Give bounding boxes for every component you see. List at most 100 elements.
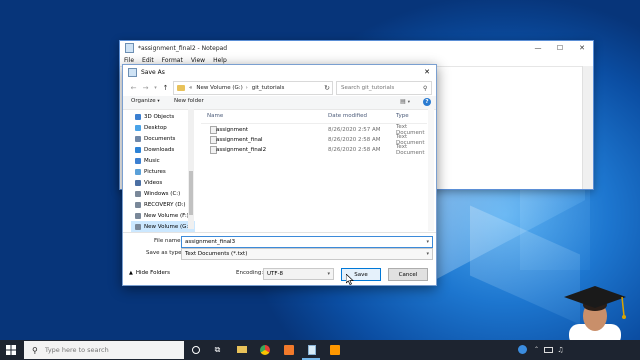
nav-item-music[interactable]: Music — [131, 155, 195, 166]
start-button[interactable] — [0, 340, 22, 360]
minimize-button[interactable]: — — [527, 41, 549, 55]
navigation-scrollbar[interactable] — [188, 109, 194, 229]
nav-item-documents[interactable]: Documents — [131, 133, 195, 144]
tray-volume-button[interactable]: ♫ — [555, 344, 566, 355]
chevron-down-icon: ▾ — [327, 271, 330, 277]
maximize-button[interactable]: ☐ — [549, 41, 571, 55]
drive-icon — [135, 212, 141, 219]
nav-item-windows-c[interactable]: Windows (C:) — [131, 188, 195, 199]
file-list: Name Date modified Type assignment 8/26/… — [201, 109, 427, 231]
help-icon: ? — [425, 99, 429, 105]
recent-locations-button[interactable]: ▾ — [151, 83, 160, 93]
file-row[interactable]: assignment_final 8/26/2020 2:58 AM Text … — [201, 134, 427, 146]
new-folder-button[interactable]: New folder — [174, 98, 204, 104]
back-button[interactable]: ← — [129, 83, 138, 93]
xampp-icon — [283, 344, 294, 355]
organize-button[interactable]: Organize ▾ — [131, 98, 160, 104]
notepad-titlebar[interactable]: *assignment_final2 - Notepad — ☐ ✕ — [120, 41, 593, 55]
dialog-close-button[interactable]: ✕ — [418, 65, 436, 79]
file-type: Text Document — [396, 144, 425, 156]
tray-network-button[interactable] — [543, 344, 554, 355]
file-list-scrollbar[interactable] — [428, 109, 434, 231]
file-date: 8/26/2020 2:58 AM — [328, 147, 381, 153]
close-icon: ✕ — [579, 44, 585, 52]
file-row[interactable]: assignment 8/26/2020 2:57 AM Text Docume… — [201, 124, 427, 136]
menu-view[interactable]: View — [191, 57, 205, 64]
up-button[interactable]: ↑ — [161, 83, 170, 93]
refresh-icon[interactable]: ↻ — [324, 84, 330, 92]
nav-item-new-volume-f[interactable]: New Volume (F:) — [131, 210, 195, 221]
file-name-field[interactable]: assignment_final3 ▾ — [181, 236, 433, 248]
column-header-type[interactable]: Type — [396, 113, 409, 119]
music-icon — [135, 157, 141, 164]
file-name-label: File name: — [154, 238, 183, 244]
column-header-date[interactable]: Date modified — [328, 113, 367, 119]
nav-item-label: Videos — [144, 179, 163, 186]
nav-item-downloads[interactable]: Downloads — [131, 144, 195, 155]
file-name: assignment_final — [216, 137, 263, 143]
nav-item-new-volume-g[interactable]: New Volume (G:) — [131, 221, 195, 232]
column-header-name[interactable]: Name — [207, 113, 223, 119]
navigation-pane: 3D Objects Desktop Documents Downloads M… — [131, 109, 195, 232]
nav-item-3d-objects[interactable]: 3D Objects — [131, 111, 195, 122]
chrome-taskbar-button[interactable] — [259, 344, 270, 355]
search-input[interactable] — [337, 84, 423, 92]
encoding-value: UTF-8 — [267, 271, 284, 277]
notepad-scrollbar[interactable] — [582, 66, 593, 189]
file-row[interactable]: assignment_final2 8/26/2020 2:58 AM Text… — [201, 144, 427, 156]
nav-item-desktop[interactable]: Desktop — [131, 122, 195, 133]
help-icon — [518, 345, 527, 354]
sublime-taskbar-button[interactable] — [329, 344, 340, 355]
nav-item-label: Windows (C:) — [144, 190, 181, 197]
save-as-app-icon — [128, 67, 137, 77]
chevron-up-icon: ⌃ — [533, 346, 540, 353]
view-icon: ▤ — [400, 98, 406, 105]
minimize-icon: — — [534, 44, 542, 52]
command-bar: Organize ▾ New folder ▤ ▾ ? — [123, 96, 436, 110]
tray-help-button[interactable] — [517, 344, 528, 355]
view-options-button[interactable]: ▤ ▾ — [400, 98, 410, 105]
help-button[interactable]: ? — [423, 98, 431, 106]
file-date: 8/26/2020 2:57 AM — [328, 127, 381, 133]
nav-item-label: Documents — [144, 135, 176, 142]
nav-item-recovery-d[interactable]: RECOVERY (D:) — [131, 199, 195, 210]
chevron-down-icon: ▾ — [157, 99, 160, 104]
breadcrumb-drive[interactable]: New Volume (G:) — [196, 85, 242, 91]
search-box[interactable]: ⚲ — [336, 81, 432, 95]
nav-item-pictures[interactable]: Pictures — [131, 166, 195, 177]
file-explorer-taskbar-button[interactable] — [236, 344, 247, 355]
organize-label: Organize — [131, 98, 156, 104]
xampp-taskbar-button[interactable] — [283, 344, 294, 355]
breadcrumb-folder[interactable]: git_tutorials — [252, 85, 285, 91]
forward-button[interactable]: → — [141, 83, 150, 93]
scrollbar-thumb[interactable] — [189, 171, 193, 215]
hide-folders-toggle[interactable]: ▲ Hide Folders — [129, 270, 170, 276]
menu-help[interactable]: Help — [213, 57, 227, 64]
network-icon — [544, 346, 553, 353]
tray-chevron-button[interactable]: ⌃ — [531, 344, 542, 355]
drive-icon — [135, 190, 141, 197]
taskbar-search-input[interactable] — [42, 345, 177, 355]
cancel-button[interactable]: Cancel — [388, 268, 428, 281]
cortana-button[interactable] — [190, 344, 201, 355]
taskbar: ⚲ ⧉ ⌃ ♫ — [0, 340, 640, 360]
arrow-right-icon: → — [142, 84, 149, 92]
chevron-up-icon: ▲ — [129, 270, 133, 276]
menu-file[interactable]: File — [124, 57, 134, 64]
close-button[interactable]: ✕ — [571, 41, 593, 55]
file-date: 8/26/2020 2:58 AM — [328, 137, 381, 143]
file-name-value: assignment_final3 — [185, 239, 236, 245]
nav-item-videos[interactable]: Videos — [131, 177, 195, 188]
notepad-taskbar-button[interactable] — [306, 344, 317, 355]
nav-item-label: New Volume (G:) — [144, 223, 191, 230]
taskbar-search-box[interactable]: ⚲ — [24, 341, 184, 359]
task-view-button[interactable]: ⧉ — [212, 344, 223, 355]
address-bar[interactable]: « New Volume (G:) › git_tutorials ↻ — [173, 81, 333, 95]
menu-format[interactable]: Format — [162, 57, 183, 64]
downloads-icon — [135, 146, 141, 153]
encoding-select[interactable]: UTF-8 ▾ — [263, 268, 334, 280]
dialog-titlebar[interactable]: Save As ✕ — [123, 65, 436, 79]
drive-icon — [135, 201, 141, 208]
save-as-type-select[interactable]: Text Documents (*.txt) ▾ — [181, 248, 433, 260]
menu-edit[interactable]: Edit — [142, 57, 154, 64]
